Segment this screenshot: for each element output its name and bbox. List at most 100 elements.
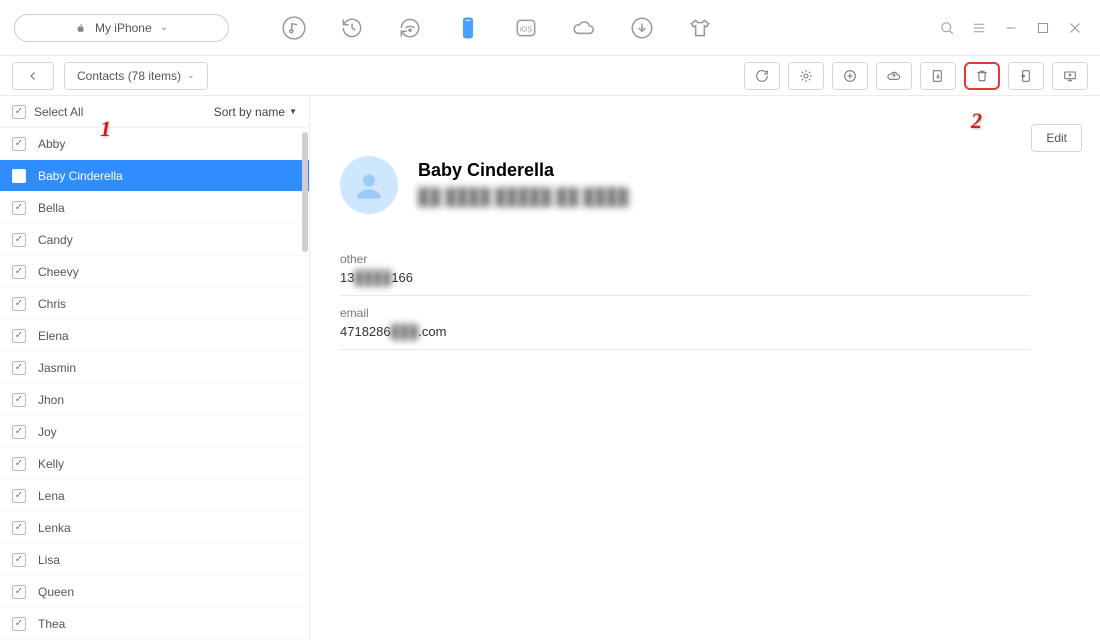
contact-name: Baby Cinderella bbox=[38, 169, 123, 183]
list-item[interactable]: Candy bbox=[0, 224, 309, 256]
avatar bbox=[340, 156, 398, 214]
checkbox[interactable] bbox=[12, 393, 26, 407]
detail-pane: Edit Baby Cinderella ██ ████ █████ ██ ██… bbox=[310, 96, 1100, 640]
field-value: 13████166 bbox=[340, 270, 1030, 285]
checkbox[interactable] bbox=[12, 489, 26, 503]
download-icon[interactable] bbox=[627, 13, 657, 43]
checkbox[interactable] bbox=[12, 457, 26, 471]
close-button[interactable] bbox=[1064, 17, 1086, 39]
sort-label: Sort by name bbox=[214, 105, 285, 119]
checkbox[interactable] bbox=[12, 169, 26, 183]
scrollbar[interactable] bbox=[302, 132, 308, 252]
import-button[interactable] bbox=[920, 62, 956, 90]
contact-detail-name: Baby Cinderella bbox=[418, 160, 678, 181]
select-all-checkbox[interactable] bbox=[12, 105, 26, 119]
minimize-button[interactable] bbox=[1000, 17, 1022, 39]
action-buttons bbox=[744, 62, 1088, 90]
sidebar-header: Select All Sort by name ▼ bbox=[0, 96, 309, 128]
list-item[interactable]: Abby bbox=[0, 128, 309, 160]
back-button[interactable] bbox=[12, 62, 54, 90]
select-all[interactable]: Select All bbox=[12, 105, 83, 119]
contact-name: Candy bbox=[38, 233, 73, 247]
field-value: 4718286███.com bbox=[340, 324, 1030, 339]
search-icon[interactable] bbox=[936, 17, 958, 39]
checkbox[interactable] bbox=[12, 617, 26, 631]
checkbox[interactable] bbox=[12, 585, 26, 599]
checkbox[interactable] bbox=[12, 265, 26, 279]
contact-list: Abby Baby Cinderella Bella Candy Cheevy … bbox=[0, 128, 309, 640]
checkbox[interactable] bbox=[12, 553, 26, 567]
field-label: email bbox=[340, 306, 1030, 320]
checkbox[interactable] bbox=[12, 425, 26, 439]
list-item[interactable]: Thea bbox=[0, 608, 309, 640]
list-item[interactable]: Lenka bbox=[0, 512, 309, 544]
chevron-down-icon: ⌄ bbox=[187, 70, 195, 81]
history-icon[interactable] bbox=[337, 13, 367, 43]
list-item[interactable]: Chris bbox=[0, 288, 309, 320]
device-selector[interactable]: My iPhone ⌄ bbox=[14, 14, 229, 42]
to-computer-button[interactable] bbox=[1052, 62, 1088, 90]
checkbox[interactable] bbox=[12, 297, 26, 311]
settings-button[interactable] bbox=[788, 62, 824, 90]
shirt-icon[interactable] bbox=[685, 13, 715, 43]
contact-name: Lenka bbox=[38, 521, 71, 535]
phone-icon[interactable] bbox=[453, 13, 483, 43]
edit-button[interactable]: Edit bbox=[1031, 124, 1082, 152]
top-toolbar: My iPhone ⌄ iOS bbox=[0, 0, 1100, 56]
device-label: My iPhone bbox=[95, 21, 152, 35]
contact-name: Chris bbox=[38, 297, 66, 311]
contacts-sidebar: Select All Sort by name ▼ Abby Baby Cind… bbox=[0, 96, 310, 640]
list-item[interactable]: Queen bbox=[0, 576, 309, 608]
svg-text:iOS: iOS bbox=[520, 24, 533, 33]
breadcrumb-label: Contacts (78 items) bbox=[77, 69, 181, 83]
ios-icon[interactable]: iOS bbox=[511, 13, 541, 43]
callout-1: 1 bbox=[100, 116, 111, 142]
music-icon[interactable] bbox=[279, 13, 309, 43]
list-item[interactable]: Baby Cinderella bbox=[0, 160, 309, 192]
email-field: email 4718286███.com bbox=[340, 296, 1030, 350]
contact-name: Abby bbox=[38, 137, 65, 151]
select-all-label: Select All bbox=[34, 105, 83, 119]
contact-name: Jhon bbox=[38, 393, 64, 407]
contact-name: Bella bbox=[38, 201, 65, 215]
checkbox[interactable] bbox=[12, 233, 26, 247]
add-button[interactable] bbox=[832, 62, 868, 90]
apple-icon bbox=[75, 22, 87, 34]
menu-icon[interactable] bbox=[968, 17, 990, 39]
window-controls bbox=[936, 17, 1086, 39]
cloud-icon[interactable] bbox=[569, 13, 599, 43]
list-item[interactable]: Joy bbox=[0, 416, 309, 448]
checkbox[interactable] bbox=[12, 201, 26, 215]
list-item[interactable]: Bella bbox=[0, 192, 309, 224]
refresh-button[interactable] bbox=[744, 62, 780, 90]
cloud-upload-button[interactable] bbox=[876, 62, 912, 90]
list-item[interactable]: Kelly bbox=[0, 448, 309, 480]
list-item[interactable]: Elena bbox=[0, 320, 309, 352]
contact-name: Lisa bbox=[38, 553, 60, 567]
list-item[interactable]: Jasmin bbox=[0, 352, 309, 384]
top-icons: iOS bbox=[239, 13, 926, 43]
detail-header: Baby Cinderella ██ ████ █████ ██ ████ bbox=[340, 156, 1070, 214]
sub-toolbar: Contacts (78 items) ⌄ bbox=[0, 56, 1100, 96]
checkbox[interactable] bbox=[12, 329, 26, 343]
checkbox[interactable] bbox=[12, 137, 26, 151]
to-device-button[interactable] bbox=[1008, 62, 1044, 90]
list-item[interactable]: Lena bbox=[0, 480, 309, 512]
contact-name: Jasmin bbox=[38, 361, 76, 375]
delete-button[interactable] bbox=[964, 62, 1000, 90]
callout-2: 2 bbox=[971, 108, 982, 134]
list-item[interactable]: Lisa bbox=[0, 544, 309, 576]
list-item[interactable]: Jhon bbox=[0, 384, 309, 416]
checkbox[interactable] bbox=[12, 521, 26, 535]
contact-name: Queen bbox=[38, 585, 74, 599]
maximize-button[interactable] bbox=[1032, 17, 1054, 39]
contact-name: Joy bbox=[38, 425, 57, 439]
wifi-restore-icon[interactable] bbox=[395, 13, 425, 43]
sort-dropdown[interactable]: Sort by name ▼ bbox=[214, 105, 297, 119]
breadcrumb[interactable]: Contacts (78 items) ⌄ bbox=[64, 62, 208, 90]
chevron-down-icon: ⌄ bbox=[160, 22, 168, 33]
field-label: other bbox=[340, 252, 1030, 266]
checkbox[interactable] bbox=[12, 361, 26, 375]
list-item[interactable]: Cheevy bbox=[0, 256, 309, 288]
detail-fields: other 13████166 email 4718286███.com bbox=[340, 242, 1070, 350]
